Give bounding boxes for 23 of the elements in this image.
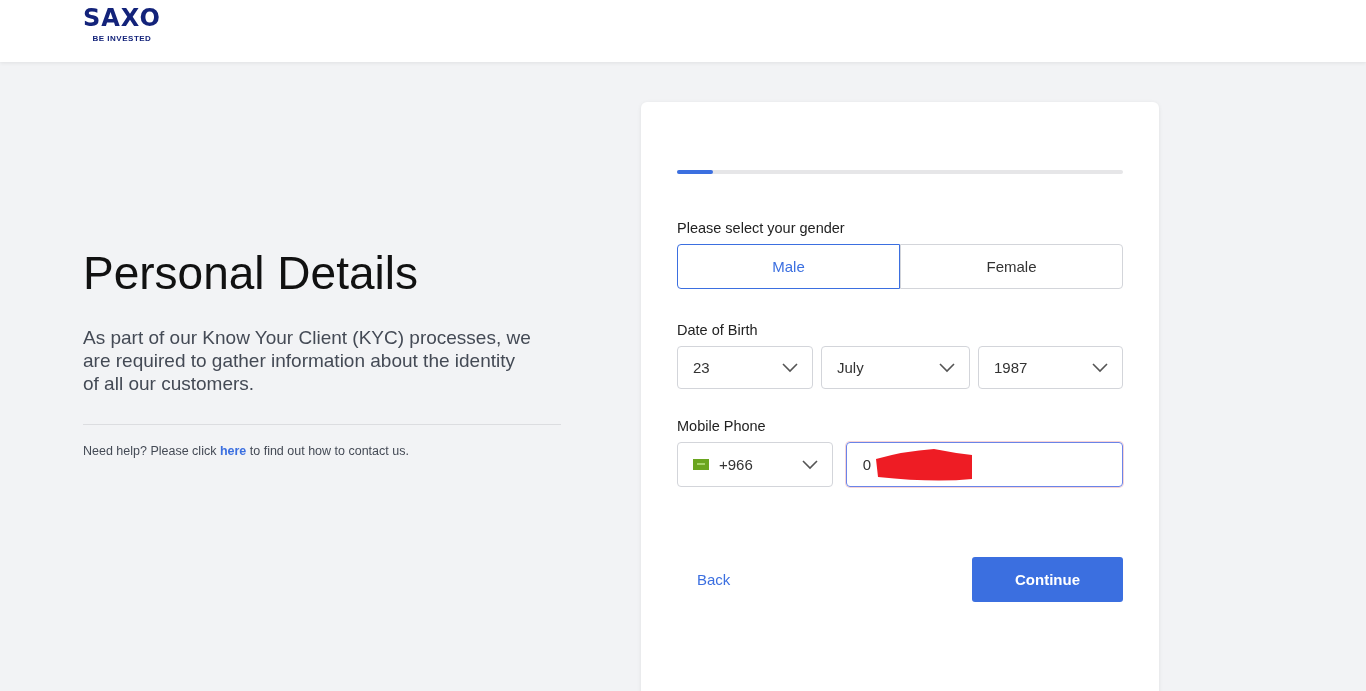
- chevron-down-icon: [1092, 362, 1108, 373]
- logo-tagline: BE INVESTED: [92, 34, 152, 43]
- country-code-dropdown[interactable]: +966: [677, 442, 833, 487]
- flag-icon: [693, 459, 709, 470]
- logo-text[interactable]: SAXO: [83, 4, 161, 32]
- chevron-down-icon: [801, 459, 818, 470]
- page-title: Personal Details: [83, 246, 419, 300]
- intro-paragraph: As part of our Know Your Client (KYC) processes, we are required to gather information about the identity of all our customers.: [83, 326, 532, 395]
- gender-option[interactable]: Female: [900, 244, 1123, 289]
- phone-input[interactable]: 0: [845, 442, 1123, 487]
- date-dropdown[interactable]: July: [821, 346, 970, 389]
- field-label: Mobile Phone: [677, 418, 767, 434]
- field-label: Please select your gender: [677, 220, 846, 236]
- continue-button[interactable]: Continue: [972, 557, 1123, 602]
- date-dropdown[interactable]: 23: [677, 346, 813, 389]
- chevron-down-icon: [939, 362, 955, 373]
- back-link[interactable]: Back: [697, 571, 731, 588]
- gender-option[interactable]: Male: [677, 244, 900, 289]
- help-text: Need help? Please click here to find out how to contact us.: [83, 444, 410, 458]
- field-label: Date of Birth: [677, 322, 759, 338]
- date-dropdown[interactable]: 1987: [978, 346, 1123, 389]
- help-link[interactable]: here: [219, 444, 247, 458]
- chevron-down-icon: [782, 362, 798, 373]
